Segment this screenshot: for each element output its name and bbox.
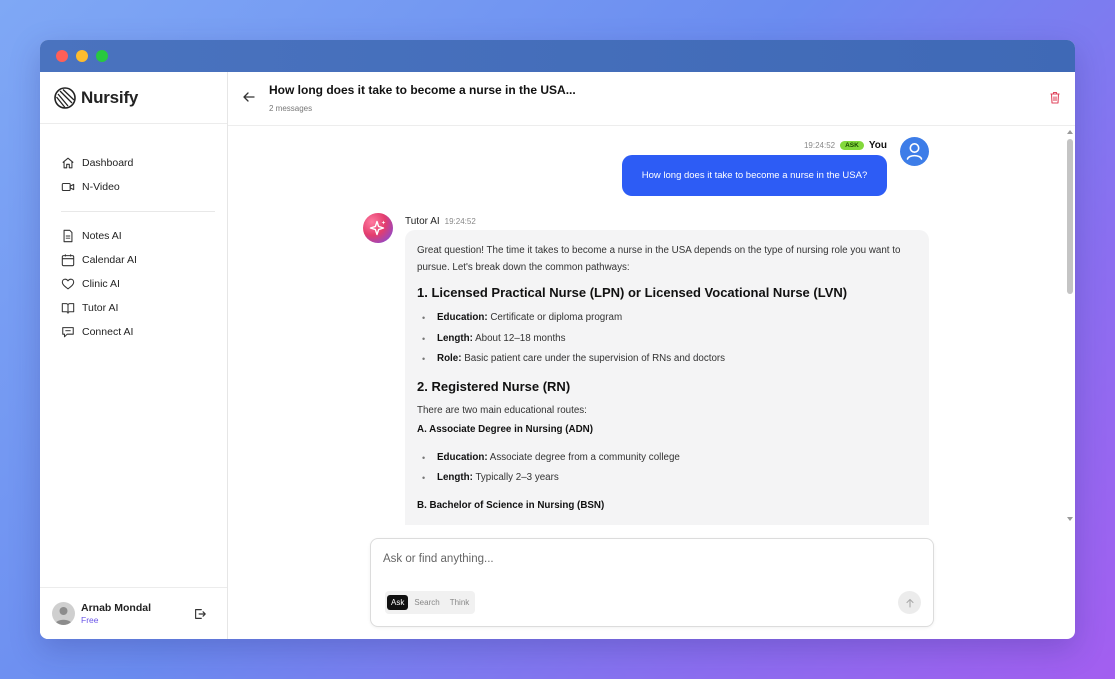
calendar-icon — [61, 254, 75, 267]
ai-message-bubble: Great question! The time it takes to bec… — [405, 230, 929, 525]
sidebar-item-calendar-ai[interactable]: Calendar AI — [61, 248, 227, 272]
message-composer: Ask Search Think — [370, 538, 934, 627]
sidebar-item-n-video[interactable]: N-Video — [61, 175, 227, 199]
item-text: Certificate or diploma program — [487, 312, 623, 323]
close-window-button[interactable] — [56, 50, 68, 62]
conversation-header: How long does it take to become a nurse … — [228, 72, 1075, 126]
mode-badge: ASK — [840, 141, 864, 150]
section-heading: 1. Licensed Practical Nurse (LPN) or Lic… — [417, 285, 848, 300]
app-name: Nursify — [81, 87, 139, 107]
list-item: Education: Certificate or diploma progra… — [417, 308, 917, 329]
arrow-up-icon — [905, 598, 914, 608]
app-body: Nursify Dashboard N-Video Notes AI Calen… — [40, 72, 1075, 639]
sidebar-item-label: Connect AI — [82, 326, 134, 338]
message-time: 19:24:52 — [444, 217, 476, 226]
item-label: Education: — [437, 451, 488, 463]
ai-intro: Great question! The time it takes to bec… — [417, 245, 901, 273]
sidebar-divider — [61, 211, 215, 212]
logout-icon[interactable] — [193, 607, 207, 621]
list-item: Education: Associate degree from a commu… — [417, 448, 917, 469]
user-avatar-icon — [55, 607, 72, 625]
item-label: Length: — [437, 332, 473, 344]
user-plan: Free — [81, 615, 99, 625]
sidebar-item-label: Clinic AI — [82, 278, 120, 290]
sparkle-icon — [369, 220, 386, 236]
heart-icon — [61, 278, 75, 290]
mode-ask-button[interactable]: Ask — [387, 595, 409, 610]
mode-think-button[interactable]: Think — [446, 595, 474, 610]
user-info: Arnab Mondal Free — [81, 602, 193, 625]
home-icon — [62, 157, 74, 169]
chat-scroll-area[interactable]: 19:24:52 ASK You How long does it take t… — [228, 126, 1075, 525]
list-item: Length: Typically 2–3 years — [417, 468, 917, 489]
list-item: Length: About 12–18 months — [417, 329, 917, 350]
sidebar-item-dashboard[interactable]: Dashboard — [61, 151, 227, 175]
message-author: You — [868, 140, 887, 151]
item-text: Basic patient care under the supervision… — [461, 353, 726, 364]
back-arrow-icon[interactable] — [242, 90, 256, 104]
sidebar-item-tutor-ai[interactable]: Tutor AI — [61, 296, 227, 320]
message-time: 19:24:52 — [803, 141, 836, 150]
document-icon — [63, 229, 73, 243]
message-author: Tutor AI — [405, 216, 440, 227]
maximize-window-button[interactable] — [96, 50, 108, 62]
sidebar-item-label: N-Video — [82, 181, 120, 193]
scrollbar-thumb[interactable] — [1067, 139, 1073, 294]
message-input[interactable] — [383, 553, 883, 565]
sidebar-item-label: Notes AI — [82, 230, 122, 242]
message-count: 2 messages — [269, 104, 313, 113]
ai-message-meta: Tutor AI 19:24:52 — [405, 216, 476, 227]
window-titlebar — [40, 40, 1075, 72]
list-item: Role: Basic patient care under the super… — [417, 349, 917, 370]
section-intro: There are two main educational routes: — [417, 404, 587, 416]
item-label: Education: — [437, 312, 488, 323]
subsection-heading: B. Bachelor of Science in Nursing (BSN) — [417, 499, 605, 511]
item-text: About 12–18 months — [472, 332, 566, 344]
book-icon — [61, 303, 75, 314]
bullet-list: Education: Associate degree from a commu… — [417, 448, 917, 489]
trash-icon[interactable] — [1049, 91, 1061, 104]
bullet-list: Education: Certificate or diploma progra… — [417, 308, 917, 370]
avatar[interactable] — [52, 602, 75, 625]
user-message-bubble: How long does it take to become a nurse … — [622, 155, 887, 196]
item-label: Length: — [437, 472, 473, 483]
user-name: Arnab Mondal — [81, 602, 151, 614]
chat-scrollbar[interactable] — [1065, 126, 1075, 525]
sidebar: Nursify Dashboard N-Video Notes AI Calen… — [40, 72, 228, 639]
sidebar-item-clinic-ai[interactable]: Clinic AI — [61, 272, 227, 296]
sidebar-item-notes-ai[interactable]: Notes AI — [61, 224, 227, 248]
scroll-down-arrow[interactable] — [1067, 517, 1073, 521]
item-text: Typically 2–3 years — [472, 472, 559, 483]
conversation-title: How long does it take to become a nurse … — [269, 83, 576, 97]
app-window: Nursify Dashboard N-Video Notes AI Calen… — [40, 40, 1075, 639]
chat-main: How long does it take to become a nurse … — [228, 72, 1075, 639]
send-button[interactable] — [898, 591, 921, 614]
user-profile[interactable]: Arnab Mondal Free — [40, 587, 227, 639]
mode-search-button[interactable]: Search — [410, 595, 443, 610]
subsection-heading: A. Associate Degree in Nursing (ADN) — [417, 423, 594, 435]
minimize-window-button[interactable] — [76, 50, 88, 62]
user-icon — [906, 143, 923, 160]
sidebar-nav: Dashboard N-Video Notes AI Calendar AI C… — [40, 124, 227, 344]
sidebar-item-connect-ai[interactable]: Connect AI — [61, 320, 227, 344]
chat-icon — [62, 327, 74, 338]
scroll-up-arrow[interactable] — [1067, 130, 1073, 134]
item-label: Role: — [437, 353, 462, 364]
user-message-avatar — [900, 137, 929, 166]
video-icon — [61, 182, 75, 192]
user-message-meta: 19:24:52 ASK You — [804, 140, 887, 151]
sidebar-item-label: Calendar AI — [82, 254, 137, 266]
section-heading: 2. Registered Nurse (RN) — [417, 378, 571, 394]
mode-selector: Ask Search Think — [385, 591, 476, 614]
nursify-logo-icon — [54, 86, 76, 109]
tutor-ai-avatar — [363, 213, 393, 243]
app-logo[interactable]: Nursify — [40, 72, 227, 124]
sidebar-item-label: Tutor AI — [82, 302, 119, 314]
item-text: Associate degree from a community colleg… — [487, 451, 680, 463]
sidebar-item-label: Dashboard — [82, 157, 134, 169]
